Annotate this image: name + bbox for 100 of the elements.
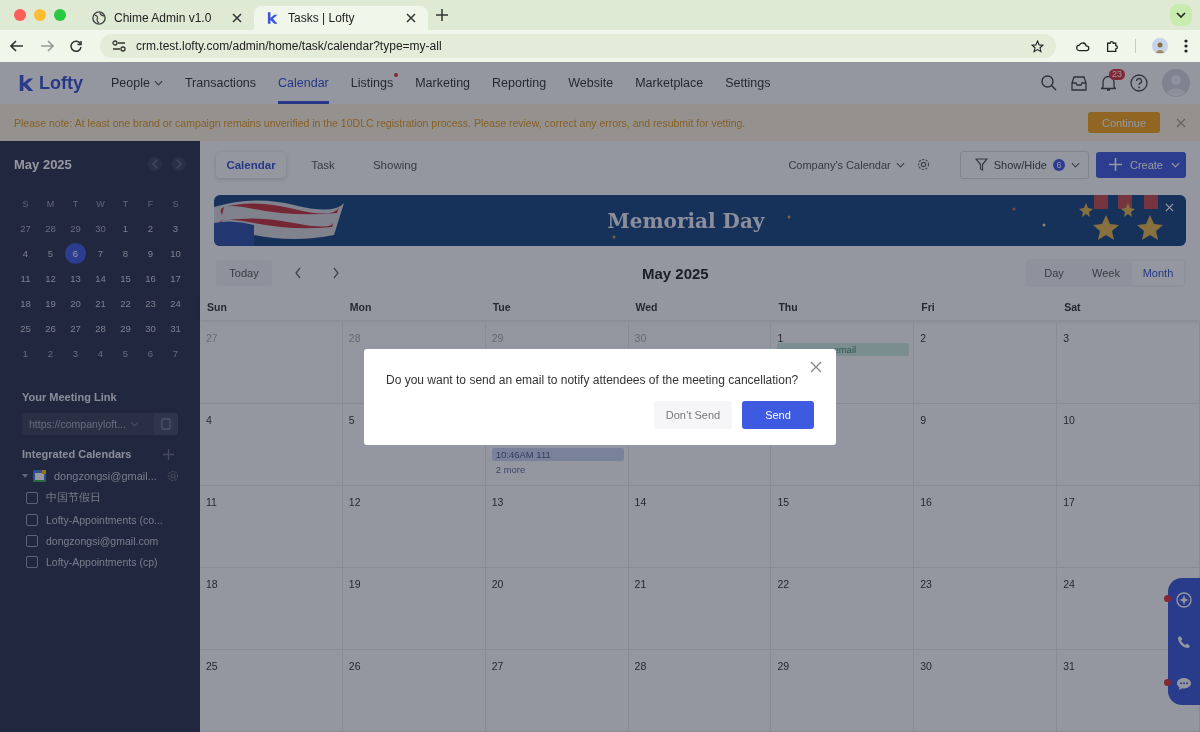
calendar-day[interactable]: 7 xyxy=(90,243,111,264)
day-cell[interactable]: 2 xyxy=(914,322,1058,404)
bell-icon[interactable] xyxy=(1101,75,1116,91)
day-cell[interactable]: 14 xyxy=(628,486,772,568)
site-settings-icon[interactable] xyxy=(112,40,126,52)
checkbox[interactable] xyxy=(26,492,38,504)
nav-item[interactable]: People xyxy=(111,62,163,104)
day-cell[interactable]: 27 xyxy=(485,650,629,732)
dont-send-button[interactable]: Don’t Send xyxy=(654,401,732,429)
calendar-day[interactable]: 30 xyxy=(140,318,161,339)
star-icon[interactable] xyxy=(1031,39,1044,53)
checkbox[interactable] xyxy=(26,535,38,547)
calendar-day[interactable]: 19 xyxy=(40,293,61,314)
inbox-icon[interactable] xyxy=(1071,75,1087,91)
search-icon[interactable] xyxy=(1041,75,1057,91)
forward-icon[interactable] xyxy=(40,40,54,52)
calendar-day[interactable]: 29 xyxy=(65,218,86,239)
calendar-day[interactable]: 3 xyxy=(165,218,186,239)
day-cell[interactable]: 15 xyxy=(771,486,915,568)
close-icon[interactable] xyxy=(406,13,416,23)
day-cell[interactable]: 19 xyxy=(342,568,486,650)
help-icon[interactable] xyxy=(1130,74,1148,92)
browser-tab[interactable]: Chime Admin v1.0 xyxy=(80,6,254,30)
calendar-day[interactable]: 17 xyxy=(165,268,186,289)
calendar-day[interactable]: 28 xyxy=(40,218,61,239)
day-cell[interactable]: 17 xyxy=(1057,486,1200,568)
day-cell[interactable]: 9 xyxy=(914,404,1058,486)
calendar-day[interactable]: 20 xyxy=(65,293,86,314)
chat-icon[interactable] xyxy=(1176,677,1192,692)
day-cell[interactable]: 28 xyxy=(628,650,772,732)
calendar-day[interactable]: 9 xyxy=(140,243,161,264)
tab[interactable]: Task xyxy=(288,151,358,178)
nav-item[interactable]: Transactions xyxy=(184,62,257,104)
window-close-button[interactable] xyxy=(14,9,26,21)
caret-down-icon[interactable] xyxy=(22,473,28,479)
tab[interactable]: Calendar xyxy=(216,151,286,178)
meeting-link-field[interactable]: https://companyloft... xyxy=(22,413,178,435)
day-cell[interactable]: 25 xyxy=(200,650,343,732)
settings-icon[interactable] xyxy=(916,158,930,171)
back-icon[interactable] xyxy=(10,40,24,52)
checkbox[interactable] xyxy=(26,556,38,568)
day-cell[interactable]: 29 xyxy=(771,650,915,732)
calendar-day[interactable]: 16 xyxy=(140,268,161,289)
nav-item[interactable]: Marketing xyxy=(415,62,471,104)
checkbox[interactable] xyxy=(26,514,38,526)
calendar-day[interactable]: 21 xyxy=(90,293,111,314)
calendar-day[interactable]: 2 xyxy=(140,218,161,239)
calendar-day[interactable]: 1 xyxy=(15,343,36,364)
nav-item[interactable]: Calendar xyxy=(278,62,329,104)
day-cell[interactable]: 13 xyxy=(485,486,629,568)
day-cell[interactable]: 16 xyxy=(914,486,1058,568)
nav-item[interactable]: Marketplace xyxy=(635,62,704,104)
day-cell[interactable]: 18 xyxy=(200,568,343,650)
profile-avatar-icon[interactable] xyxy=(1152,38,1168,54)
cloud-icon[interactable] xyxy=(1076,40,1090,52)
show-hide-button[interactable]: Show/Hide 6 xyxy=(959,150,1089,179)
calendar-day[interactable]: 23 xyxy=(140,293,161,314)
calendar-day[interactable]: 2 xyxy=(40,343,61,364)
calendar-dropdown[interactable]: Company's Calendar xyxy=(788,158,905,171)
event-chip[interactable]: 10:46AM 111 xyxy=(491,448,624,461)
day-cell[interactable]: 3 xyxy=(1057,322,1200,404)
calendar-day[interactable]: 26 xyxy=(40,318,61,339)
day-cell[interactable]: 20 xyxy=(485,568,629,650)
calendar-day[interactable]: 5 xyxy=(115,343,136,364)
nav-item[interactable]: Reporting xyxy=(492,62,547,104)
day-cell[interactable]: 26 xyxy=(342,650,486,732)
more-link[interactable]: 2 more xyxy=(491,464,624,475)
create-button[interactable]: Create xyxy=(1095,151,1186,178)
calendar-day[interactable]: 15 xyxy=(115,268,136,289)
new-tab-icon[interactable] xyxy=(436,9,448,21)
calendar-day[interactable]: 14 xyxy=(90,268,111,289)
calendar-day[interactable]: 29 xyxy=(115,318,136,339)
calendar-day[interactable]: 24 xyxy=(165,293,186,314)
tab-search-button[interactable] xyxy=(1170,4,1192,26)
view-tab[interactable]: Day xyxy=(1028,261,1080,285)
tab[interactable]: Showing xyxy=(360,151,430,178)
calendar-day[interactable]: 13 xyxy=(65,268,86,289)
calendar-day[interactable]: 27 xyxy=(15,218,36,239)
browser-tab[interactable]: Tasks | Lofty xyxy=(254,6,428,30)
nav-item[interactable]: Website xyxy=(568,62,614,104)
more-icon[interactable] xyxy=(1184,39,1188,53)
calendar-day[interactable]: 4 xyxy=(15,243,36,264)
day-cell[interactable]: 30 xyxy=(914,650,1058,732)
day-cell[interactable]: 4 xyxy=(200,404,343,486)
reload-icon[interactable] xyxy=(70,40,82,52)
calendar-day[interactable]: 3 xyxy=(65,343,86,364)
nav-item[interactable]: Listings xyxy=(350,62,394,104)
calendar-day[interactable]: 22 xyxy=(115,293,136,314)
puzzle-icon[interactable] xyxy=(1106,39,1119,53)
day-cell[interactable]: 10 xyxy=(1057,404,1200,486)
calendar-day[interactable]: 27 xyxy=(65,318,86,339)
calendar-day[interactable]: 4 xyxy=(90,343,111,364)
close-icon[interactable] xyxy=(232,13,242,23)
day-cell[interactable]: 11 xyxy=(200,486,343,568)
calendar-day[interactable]: 6 xyxy=(140,343,161,364)
calendar-day[interactable]: 25 xyxy=(15,318,36,339)
send-button[interactable]: Send xyxy=(742,401,814,429)
view-tab[interactable]: Week xyxy=(1080,261,1132,285)
day-cell[interactable]: 12 xyxy=(342,486,486,568)
calendar-day[interactable]: 18 xyxy=(15,293,36,314)
